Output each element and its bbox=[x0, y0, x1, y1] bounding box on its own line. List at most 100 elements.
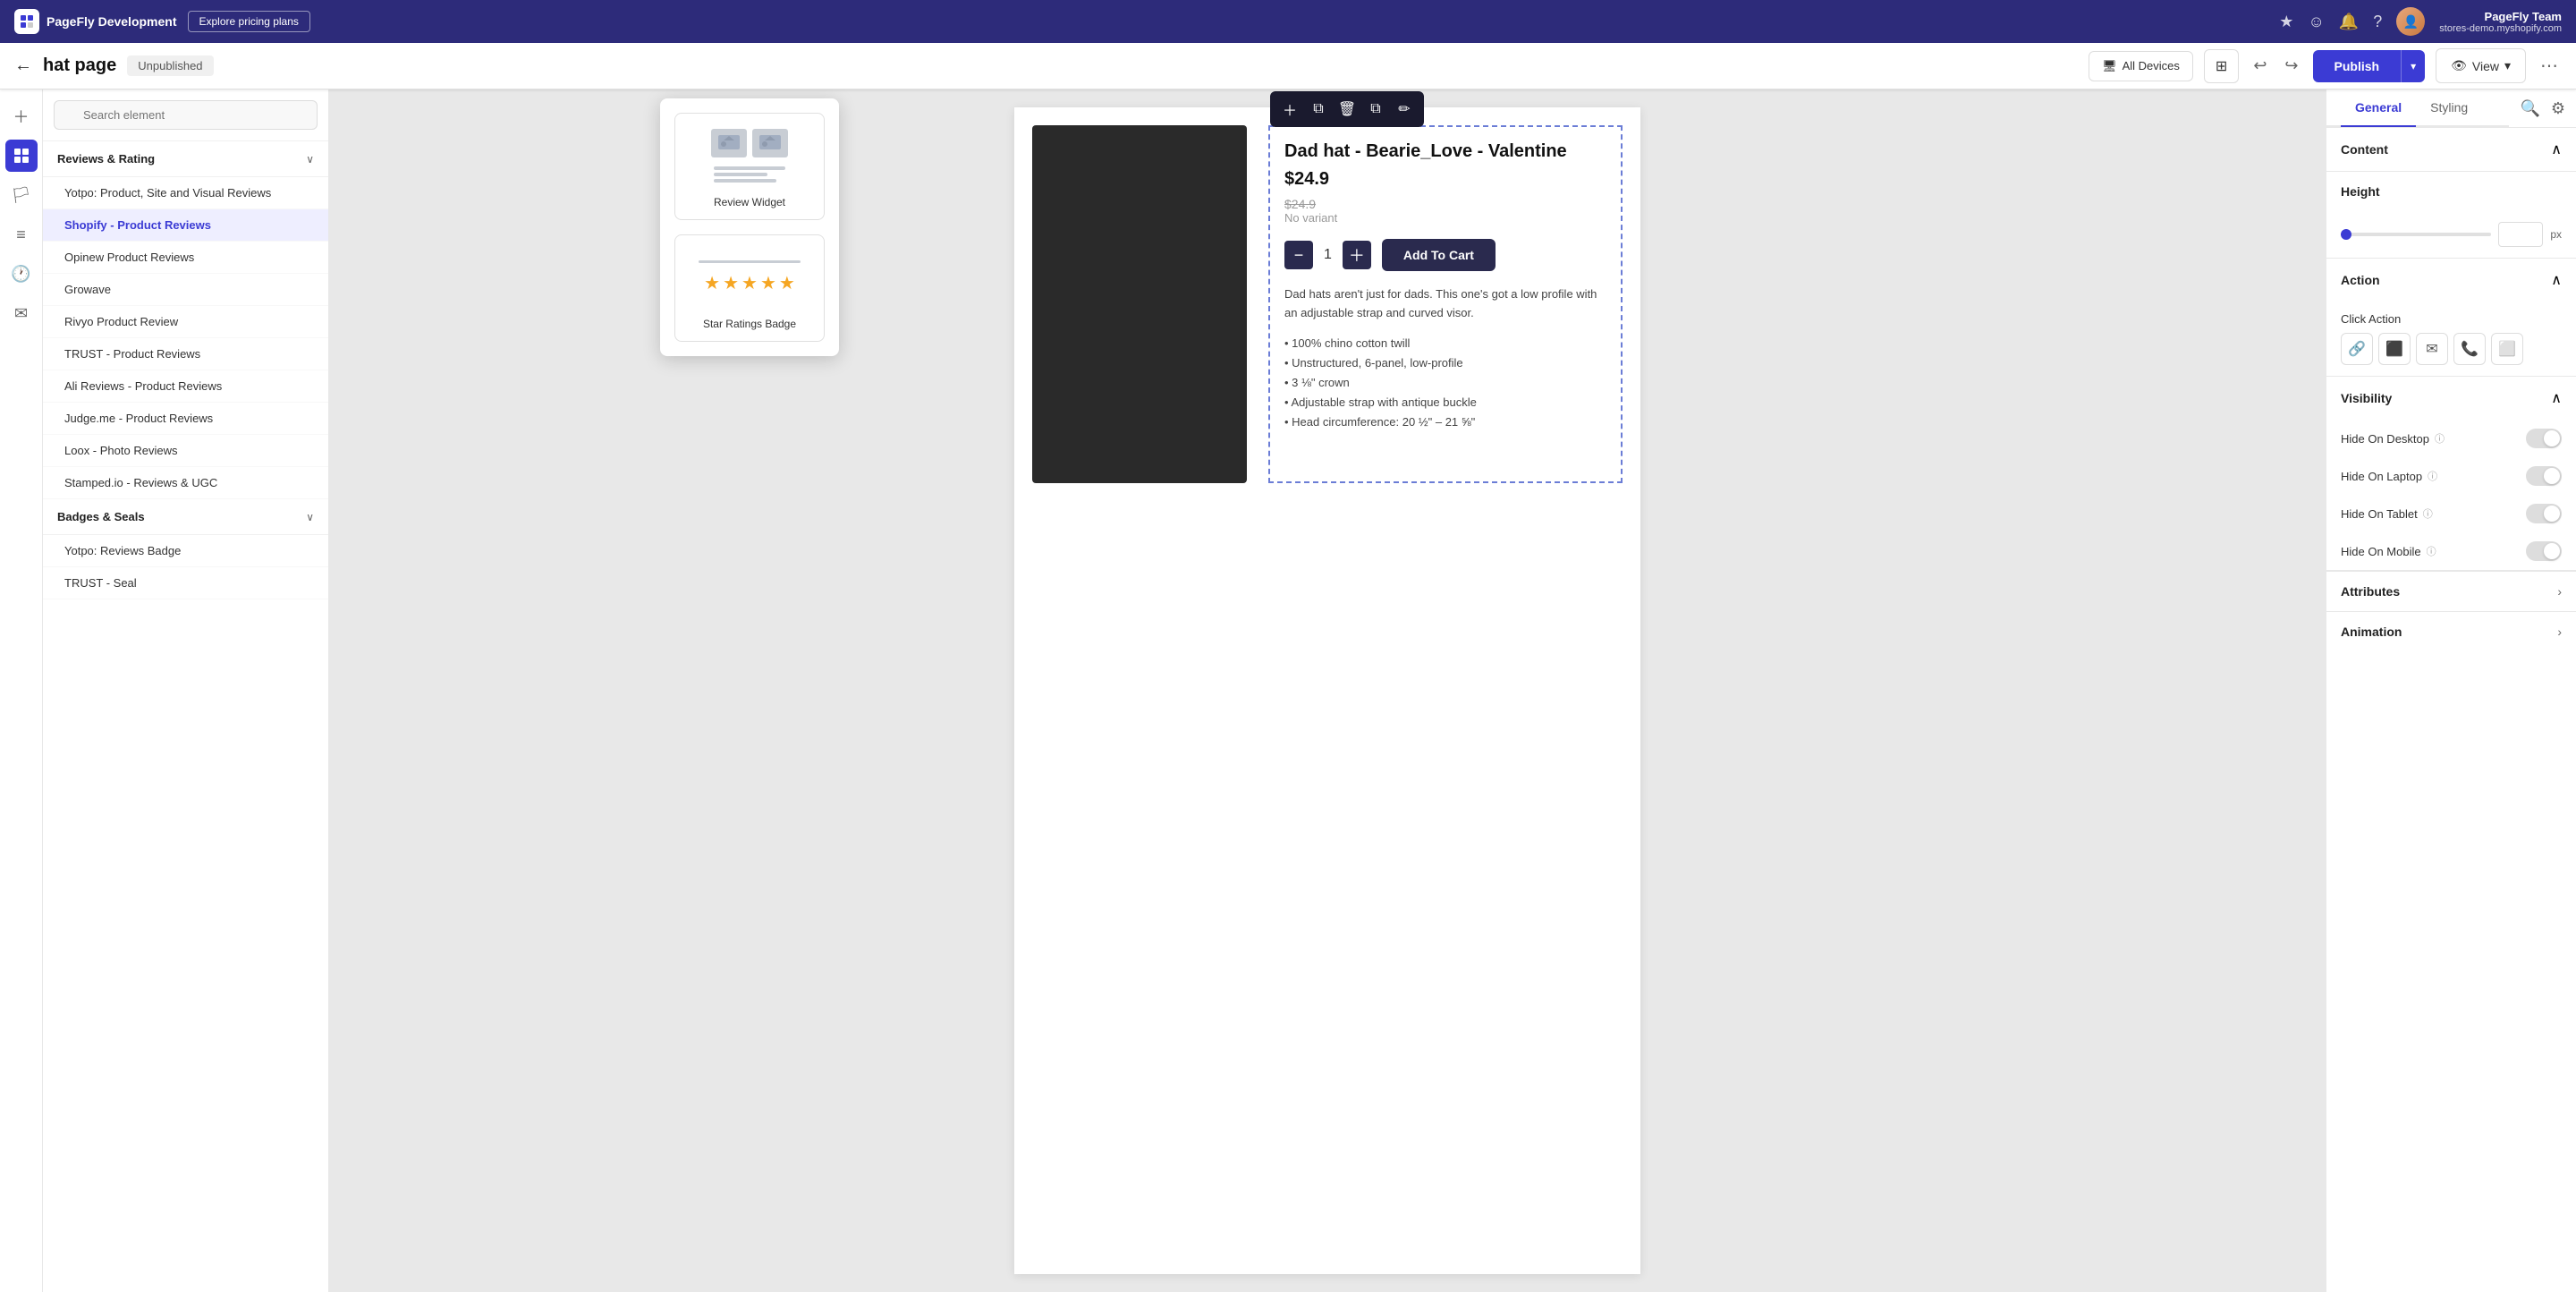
product-area: ＋ ⧉ 🗑 ⧉ ✏ Dad hat - Bearie_Love - Valent… bbox=[1014, 107, 1640, 501]
hide-tablet-toggle[interactable] bbox=[2526, 504, 2562, 523]
user-store: stores-demo.myshopify.com bbox=[2439, 23, 2562, 34]
yotpo-reviews-item[interactable]: Yotpo: Product, Site and Visual Reviews bbox=[43, 177, 328, 209]
action-section: Action ∧ Click Action 🔗 ⬛ ✉ 📞 ⬜ bbox=[2326, 259, 2576, 377]
view-button[interactable]: 👁 View ▾ bbox=[2436, 48, 2526, 83]
shopify-product-reviews-item[interactable]: Shopify - Product Reviews bbox=[43, 209, 328, 242]
hide-mobile-toggle[interactable] bbox=[2526, 541, 2562, 561]
avatar[interactable]: 👤 bbox=[2396, 7, 2425, 36]
height-unit: px bbox=[2550, 228, 2562, 241]
tab-styling[interactable]: Styling bbox=[2416, 89, 2482, 127]
hide-tablet-row: Hide On Tablet ⓘ bbox=[2326, 495, 2576, 532]
trust-seal-item[interactable]: TRUST - Seal bbox=[43, 567, 328, 599]
attributes-label: Attributes bbox=[2341, 584, 2400, 599]
content-section-header[interactable]: Content ∧ bbox=[2326, 128, 2576, 171]
status-badge: Unpublished bbox=[127, 55, 213, 76]
review-widget-card[interactable]: Review Widget bbox=[674, 113, 825, 220]
height-input[interactable] bbox=[2498, 222, 2543, 247]
height-slider[interactable] bbox=[2341, 233, 2491, 236]
help-icon[interactable]: ? bbox=[2373, 13, 2382, 31]
panel-settings-button[interactable]: ⚙ bbox=[2547, 96, 2569, 122]
hide-desktop-row: Hide On Desktop ⓘ bbox=[2326, 420, 2576, 457]
notification-icon[interactable]: 🔔 bbox=[2339, 13, 2359, 31]
star-icon[interactable]: ★ bbox=[2279, 13, 2293, 31]
qty-increase-button[interactable]: ＋ bbox=[1343, 241, 1371, 269]
visibility-section: Visibility ∧ Hide On Desktop ⓘ Hide On L… bbox=[2326, 377, 2576, 571]
grid-button[interactable]: ⊞ bbox=[2204, 49, 2239, 83]
canvas-area[interactable]: Review Widget ★★★★★ Star Ratings Badge bbox=[329, 89, 2326, 1292]
page-title: hat page bbox=[43, 55, 116, 76]
publish-button[interactable]: Publish bbox=[2313, 50, 2402, 82]
redo-button[interactable]: ↪ bbox=[2281, 53, 2301, 79]
loox-reviews-item[interactable]: Loox - Photo Reviews bbox=[43, 435, 328, 467]
panel-search-button[interactable]: 🔍 bbox=[2516, 96, 2543, 122]
element-toolbar: ＋ ⧉ 🗑 ⧉ ✏ bbox=[1270, 91, 1424, 127]
action-link-button[interactable]: 🔗 bbox=[2341, 333, 2373, 365]
device-selector[interactable]: 🖥 All Devices bbox=[2089, 51, 2193, 81]
pages-button[interactable]: 🏳 bbox=[5, 179, 38, 211]
toolbar-add-button[interactable]: ＋ bbox=[1277, 97, 1302, 122]
hide-desktop-toggle[interactable] bbox=[2526, 429, 2562, 448]
elements-panel-button[interactable] bbox=[5, 140, 38, 172]
more-options-button[interactable]: ⋯ bbox=[2537, 51, 2562, 81]
star-badge-preview: ★★★★★ bbox=[686, 246, 813, 309]
device-label: All Devices bbox=[2123, 59, 2180, 72]
action-email-button[interactable]: ✉ bbox=[2416, 333, 2448, 365]
toolbar-move-button[interactable]: ⧉ bbox=[1363, 97, 1388, 122]
add-to-cart-button[interactable]: Add To Cart bbox=[1382, 239, 1496, 271]
product-details[interactable]: ＋ ⧉ 🗑 ⧉ ✏ Dad hat - Bearie_Love - Valent… bbox=[1268, 125, 1623, 483]
reviews-rating-section-header[interactable]: Reviews & Rating ∨ bbox=[43, 141, 328, 177]
action-section-header[interactable]: Action ∧ bbox=[2326, 259, 2576, 302]
view-chevron-icon: ▾ bbox=[2504, 58, 2511, 73]
animation-row[interactable]: Animation › bbox=[2326, 611, 2576, 651]
toolbar-delete-button[interactable]: 🗑 bbox=[1335, 97, 1360, 122]
height-label: Height bbox=[2341, 184, 2380, 199]
growave-item[interactable]: Growave bbox=[43, 274, 328, 306]
hide-laptop-label: Hide On Laptop ⓘ bbox=[2341, 469, 2437, 483]
publish-chevron-button[interactable]: ▾ bbox=[2401, 50, 2425, 82]
back-button[interactable]: ← bbox=[14, 55, 32, 76]
ali-reviews-item[interactable]: Ali Reviews - Product Reviews bbox=[43, 370, 328, 403]
yotpo-reviews-badge-item[interactable]: Yotpo: Reviews Badge bbox=[43, 535, 328, 567]
trust-product-reviews-item[interactable]: TRUST - Product Reviews bbox=[43, 338, 328, 370]
qty-decrease-button[interactable]: − bbox=[1284, 241, 1313, 269]
layers-button[interactable]: ≡ bbox=[5, 218, 38, 251]
explore-plans-button[interactable]: Explore pricing plans bbox=[188, 11, 310, 32]
add-section-button[interactable]: ＋ bbox=[5, 100, 38, 132]
height-slider-dot bbox=[2341, 229, 2351, 240]
height-section-header: Height bbox=[2326, 172, 2576, 211]
logo[interactable]: PageFly Development bbox=[14, 9, 177, 34]
emoji-icon[interactable]: ☺ bbox=[2308, 13, 2324, 31]
qty-value: 1 bbox=[1324, 247, 1332, 263]
bullet-1: 100% chino cotton twill bbox=[1284, 334, 1606, 353]
visibility-section-header[interactable]: Visibility ∧ bbox=[2326, 377, 2576, 420]
stamped-reviews-item[interactable]: Stamped.io - Reviews & UGC bbox=[43, 467, 328, 499]
toolbar-settings-button[interactable]: ✏ bbox=[1392, 97, 1417, 122]
badges-seals-section-header[interactable]: Badges & Seals ∨ bbox=[43, 499, 328, 535]
rivyo-review-item[interactable]: Rivyo Product Review bbox=[43, 306, 328, 338]
preview-img-1 bbox=[711, 129, 747, 157]
publish-group: Publish ▾ bbox=[2313, 50, 2426, 82]
hide-laptop-toggle[interactable] bbox=[2526, 466, 2562, 486]
reviews-rating-label: Reviews & Rating bbox=[57, 152, 155, 166]
undo-button[interactable]: ↩ bbox=[2250, 53, 2270, 79]
bullet-2: Unstructured, 6-panel, low-profile bbox=[1284, 353, 1606, 373]
star-ratings-badge-card[interactable]: ★★★★★ Star Ratings Badge bbox=[674, 234, 825, 342]
action-phone-button[interactable]: 📞 bbox=[2453, 333, 2486, 365]
opinew-reviews-item[interactable]: Opinew Product Reviews bbox=[43, 242, 328, 274]
bullet-5: Head circumference: 20 ½" – 21 ⅝" bbox=[1284, 412, 1606, 432]
height-row: px bbox=[2341, 222, 2562, 247]
action-lightbox-button[interactable]: ⬛ bbox=[2378, 333, 2411, 365]
widget-popup: Review Widget ★★★★★ Star Ratings Badge bbox=[660, 98, 839, 356]
history-button[interactable]: 🕐 bbox=[5, 258, 38, 290]
toolbar-duplicate-button[interactable]: ⧉ bbox=[1306, 97, 1331, 122]
tab-general[interactable]: General bbox=[2341, 89, 2416, 127]
hide-tablet-label: Hide On Tablet ⓘ bbox=[2341, 506, 2433, 521]
search-input[interactable] bbox=[54, 100, 318, 130]
action-none-button[interactable]: ⬜ bbox=[2491, 333, 2523, 365]
hide-laptop-row: Hide On Laptop ⓘ bbox=[2326, 457, 2576, 495]
judgeme-reviews-item[interactable]: Judge.me - Product Reviews bbox=[43, 403, 328, 435]
attributes-row[interactable]: Attributes › bbox=[2326, 571, 2576, 611]
badges-seals-items: Yotpo: Reviews Badge TRUST - Seal bbox=[43, 535, 328, 599]
inbox-button[interactable]: ✉ bbox=[5, 297, 38, 329]
product-bullets: 100% chino cotton twill Unstructured, 6-… bbox=[1284, 334, 1606, 432]
